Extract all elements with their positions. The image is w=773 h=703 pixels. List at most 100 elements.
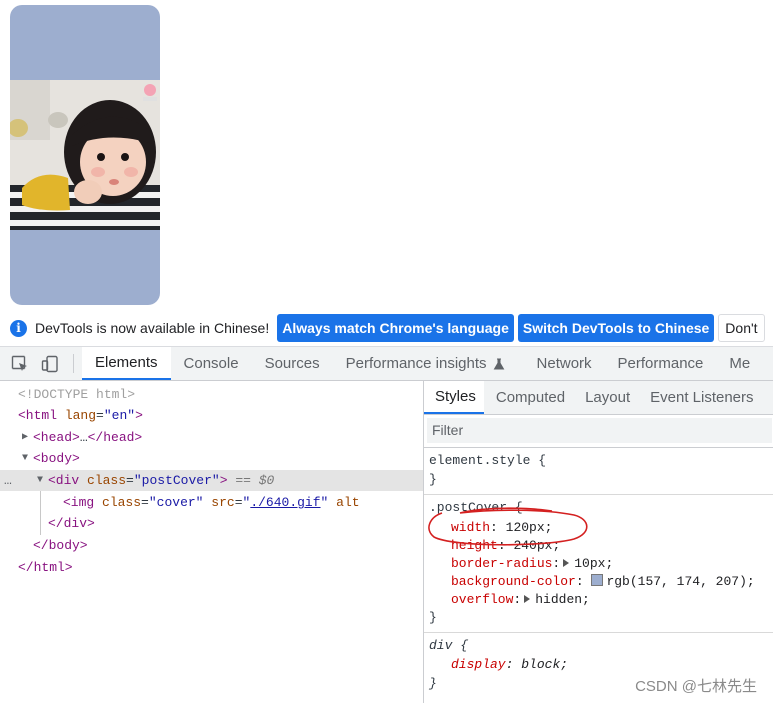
tab-event-listeners[interactable]: Event Listeners <box>638 381 761 414</box>
expand-shorthand-icon[interactable] <box>524 595 531 603</box>
display-prop-value: block; <box>521 657 569 672</box>
tab-performance-insights[interactable]: Performance insights <box>333 347 518 380</box>
background-color-prop-value[interactable]: rgb(157, 174, 207); <box>606 574 754 589</box>
element-style-text: element.style { <box>429 453 547 468</box>
expand-shorthand-icon[interactable] <box>563 559 570 567</box>
div-class-value: "postCover" <box>133 473 220 488</box>
html-open-tag: <html <box>18 408 58 423</box>
img-src-eq: = <box>234 495 243 510</box>
toddler-photo <box>10 80 160 230</box>
css-rule-background-color[interactable]: background-color: rgb(157, 174, 207); <box>451 573 755 591</box>
csdn-watermark: CSDN @七林先生 <box>635 678 757 695</box>
dom-div-close[interactable]: </div> <box>0 513 423 534</box>
img-open-tag: <img <box>63 495 95 510</box>
experiment-flask-icon <box>493 358 504 369</box>
head-ellipsis: … <box>79 430 88 445</box>
div-useragent-close: } <box>429 675 437 693</box>
dom-body-open[interactable]: ▼ <body> <box>0 448 423 469</box>
switch-to-chinese-button[interactable]: Switch DevTools to Chinese <box>517 314 715 342</box>
html-close-tag: </html> <box>18 560 73 575</box>
tab-memory[interactable]: Me <box>716 347 750 380</box>
styles-pane-tabs: Styles Computed Layout Event Listeners <box>424 381 773 415</box>
html-lang-eq: = <box>96 408 104 423</box>
overflow-prop-name: overflow <box>451 592 514 607</box>
overflow-colon: : <box>513 592 522 607</box>
devtools-tabbar: Elements Console Sources Performance ins… <box>0 347 773 381</box>
selected-node-marker: == $0 <box>235 473 275 488</box>
body-open-tag: <body> <box>33 451 80 466</box>
img-class-eq: = <box>141 495 149 510</box>
html-lang-attr: lang <box>64 408 97 423</box>
overflow-prop-value[interactable]: hidden; <box>535 592 590 607</box>
collapse-triangle-icon[interactable]: ▼ <box>22 448 28 469</box>
info-icon: i <box>10 319 27 337</box>
div-close-tag: </div> <box>48 516 95 531</box>
tab-performance-insights-label: Performance insights <box>345 355 487 372</box>
div-open-tag: <div <box>48 473 80 488</box>
collapse-triangle-icon[interactable]: ▼ <box>37 470 43 491</box>
tab-elements[interactable]: Elements <box>82 347 171 380</box>
elements-dom-tree[interactable]: <!DOCTYPE html> <html lang="en"> ▶ <head… <box>0 381 424 703</box>
css-rule-overflow[interactable]: overflow: hidden; <box>451 591 590 609</box>
css-rule-border-radius[interactable]: border-radius: 10px; <box>451 555 613 573</box>
img-class-value: "cover" <box>148 495 204 510</box>
post-cover <box>10 5 160 305</box>
html-lang-value: "en" <box>103 408 136 423</box>
border-radius-prop-name: border-radius <box>451 556 553 571</box>
img-src-close-quote: " <box>320 495 329 510</box>
dom-div-postcover[interactable]: … ▼ <div class="postCover"> == $0 <box>0 470 423 491</box>
doctype-text: <!DOCTYPE html> <box>18 387 136 402</box>
element-style-selector[interactable]: element.style { <box>429 452 546 470</box>
styles-filter-input[interactable]: Filter <box>427 418 772 443</box>
div-selector-text: div { <box>429 638 469 653</box>
div-useragent-selector[interactable]: div { <box>429 637 468 655</box>
infobar-message: DevTools is now available in Chinese! <box>35 320 270 336</box>
tab-layout[interactable]: Layout <box>573 381 638 414</box>
match-chrome-language-button[interactable]: Always match Chrome's language <box>277 314 514 342</box>
html-open-gt: > <box>135 408 143 423</box>
cover-image <box>10 80 160 230</box>
tab-performance[interactable]: Performance <box>605 347 717 380</box>
postcover-close: } <box>429 609 437 627</box>
css-rule-display[interactable]: display: block; <box>451 656 568 674</box>
div-close-brace: } <box>429 676 437 691</box>
postcover-close-brace: } <box>429 610 437 625</box>
annotation-circle <box>428 507 588 546</box>
tab-styles[interactable]: Styles <box>424 381 484 414</box>
element-style-close-brace: } <box>429 472 437 487</box>
div-class-eq: = <box>126 473 134 488</box>
dom-doctype[interactable]: <!DOCTYPE html> <box>0 384 423 405</box>
img-alt-attr: alt <box>336 495 360 510</box>
dom-body-close[interactable]: </body> <box>0 535 423 556</box>
dont-show-again-button[interactable]: Don't <box>718 314 765 342</box>
styles-filter-row: Filter <box>424 415 773 448</box>
tab-computed[interactable]: Computed <box>484 381 573 414</box>
more-actions-dots[interactable]: … <box>4 470 12 491</box>
img-src-link[interactable]: ./640.gif <box>250 495 320 510</box>
dom-html-open[interactable]: <html lang="en"> <box>0 405 423 426</box>
display-colon: : <box>505 657 514 672</box>
body-close-tag: </body> <box>33 538 88 553</box>
tab-network[interactable]: Network <box>524 347 605 380</box>
element-style-close: } <box>429 471 437 489</box>
background-color-prop-name: background-color <box>451 574 576 589</box>
border-radius-colon: : <box>552 556 561 571</box>
color-swatch-icon[interactable] <box>591 574 604 586</box>
dom-img-cover[interactable]: <img class="cover" src="./640.gif" alt <box>0 492 423 513</box>
rule-separator <box>424 494 773 495</box>
dom-html-close[interactable]: </html> <box>0 557 423 578</box>
inspect-element-icon[interactable] <box>5 347 35 380</box>
img-class-attr: class <box>102 495 142 510</box>
head-open-tag: <head> <box>33 430 80 445</box>
tab-sources[interactable]: Sources <box>252 347 333 380</box>
border-radius-prop-value[interactable]: 10px; <box>574 556 613 571</box>
div-class-attr: class <box>87 473 127 488</box>
background-color-colon: : <box>575 574 584 589</box>
device-toolbar-icon[interactable] <box>35 347 65 380</box>
display-prop-name: display <box>451 657 506 672</box>
expand-triangle-icon[interactable]: ▶ <box>22 427 28 448</box>
dom-head[interactable]: ▶ <head>…</head> <box>0 427 423 448</box>
img-src-attr: src <box>211 495 235 510</box>
head-close-tag: </head> <box>87 430 143 445</box>
tab-console[interactable]: Console <box>171 347 252 380</box>
